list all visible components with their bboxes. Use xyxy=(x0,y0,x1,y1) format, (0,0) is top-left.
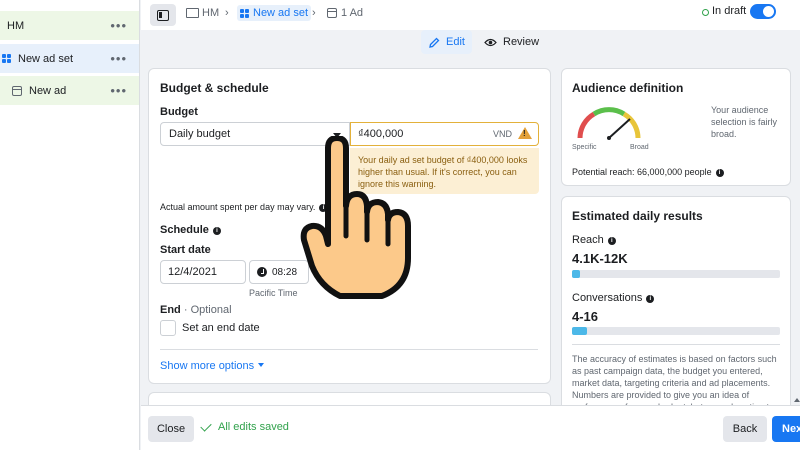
breadcrumb-chevron-icon: › xyxy=(312,7,316,19)
breadcrumb-chevron-icon: › xyxy=(225,7,229,19)
adset-grid-icon xyxy=(2,54,11,63)
next-button[interactable]: Next xyxy=(772,416,800,442)
sidebar-item-ad[interactable]: New ad ••• xyxy=(0,76,139,105)
sidebar-ad-label: New ad xyxy=(29,84,67,97)
top-bar: HM › New ad set › 1 Ad In draft xyxy=(141,0,800,30)
adset-grid-icon xyxy=(240,8,249,18)
breadcrumb-campaign[interactable]: HM xyxy=(186,7,219,19)
more-options-icon[interactable]: ••• xyxy=(110,18,127,33)
sidebar-panel-icon xyxy=(157,9,169,21)
breadcrumb-ad[interactable]: 1 Ad xyxy=(327,7,363,19)
end-label-text: End xyxy=(160,304,181,316)
optional-label: · Optional xyxy=(183,304,232,316)
show-more-options-link[interactable]: Show more options xyxy=(160,360,264,372)
audience-definition-card: Audience definition Specific Broad Your … xyxy=(561,68,791,186)
audience-gauge: Specific Broad xyxy=(572,107,649,151)
back-button[interactable]: Back xyxy=(723,416,767,442)
more-options-icon[interactable]: ••• xyxy=(110,83,127,98)
breadcrumb-ad-label: 1 Ad xyxy=(341,7,364,19)
reach-value: 4.1K-12K xyxy=(572,251,628,266)
tab-review-label: Review xyxy=(503,36,540,48)
breadcrumb-adset-label: New ad set xyxy=(253,7,309,19)
timezone-label: Pacific Time xyxy=(249,288,298,298)
potential-reach: Potential reach: 66,000,000 people i xyxy=(572,167,724,177)
estimates-disclaimer: The accuracy of estimates is based on fa… xyxy=(572,354,779,411)
ad-icon xyxy=(327,8,337,18)
end-date-checkbox-label[interactable]: Set an end date xyxy=(182,322,260,334)
scroll-up-icon[interactable] xyxy=(794,398,800,402)
potential-reach-text: Potential reach: 66,000,000 people xyxy=(572,167,712,177)
tab-edit[interactable]: Edit xyxy=(421,30,472,54)
estimates-card-title: Estimated daily results xyxy=(572,209,703,223)
audience-card-title: Audience definition xyxy=(572,81,684,95)
more-options-icon[interactable]: ••• xyxy=(110,51,127,66)
budget-card-title: Budget & schedule xyxy=(160,81,269,95)
info-icon[interactable]: i xyxy=(607,237,616,245)
draft-status-label: In draft xyxy=(712,5,747,17)
end-label: End · Optional xyxy=(160,304,232,316)
tab-edit-label: Edit xyxy=(446,36,465,48)
info-icon[interactable]: i xyxy=(646,295,655,303)
reach-bar xyxy=(572,270,780,278)
info-icon[interactable]: i xyxy=(212,227,221,235)
reach-label: Reach i xyxy=(572,234,616,246)
audience-description: Your audience selection is fairly broad. xyxy=(711,105,778,139)
conversations-value: 4-16 xyxy=(572,309,599,324)
tab-review[interactable]: Review xyxy=(484,30,539,54)
start-date-label: Start date xyxy=(160,244,211,256)
save-status: All edits saved xyxy=(200,419,289,433)
end-date-checkbox[interactable] xyxy=(160,320,176,336)
folder-icon xyxy=(186,8,199,18)
spend-note-text: Actual amount spent per day may vary. xyxy=(160,202,316,212)
budget-type-value: Daily budget xyxy=(169,128,231,140)
breadcrumb-adset[interactable]: New ad set xyxy=(237,5,312,21)
ad-icon xyxy=(12,85,22,96)
start-date-input[interactable]: 12/4/2021 xyxy=(160,260,246,284)
conversations-bar-fill xyxy=(572,327,587,335)
breadcrumb-campaign-label: HM xyxy=(202,7,220,19)
sidebar-item-campaign[interactable]: HM ••• xyxy=(0,11,139,40)
pointing-hand-icon xyxy=(300,136,411,299)
bottom-action-bar: Close All edits saved Back Next xyxy=(141,405,800,450)
sidebar-item-adset[interactable]: New ad set ••• xyxy=(0,44,139,73)
schedule-label-text: Schedule xyxy=(160,224,209,236)
divider xyxy=(572,344,780,345)
conversations-label-text: Conversations xyxy=(572,292,643,304)
save-status-text: All edits saved xyxy=(218,421,289,433)
warning-icon xyxy=(518,127,532,139)
budget-label: Budget xyxy=(160,106,198,118)
check-icon xyxy=(200,419,212,432)
conversations-bar xyxy=(572,327,780,335)
start-time-value: 08:28 xyxy=(272,266,298,278)
eye-icon xyxy=(484,38,497,46)
conversations-label: Conversations i xyxy=(572,292,655,304)
divider xyxy=(160,349,538,350)
sidebar-adset-label: New ad set xyxy=(18,52,74,65)
reach-bar-fill xyxy=(572,270,581,278)
reach-label-text: Reach xyxy=(572,234,604,246)
sidebar-campaign-label: HM xyxy=(7,19,25,32)
pencil-icon xyxy=(429,37,440,48)
draft-status-icon xyxy=(702,9,709,16)
campaign-tree-sidebar: HM ••• New ad set ••• New ad ••• xyxy=(0,0,140,450)
info-icon[interactable]: i xyxy=(715,169,724,177)
gauge-broad-label: Broad xyxy=(630,144,649,151)
publish-toggle[interactable] xyxy=(750,4,776,19)
currency-label: VND xyxy=(492,129,512,139)
toggle-panel-button[interactable] xyxy=(150,4,176,26)
close-button[interactable]: Close xyxy=(148,416,194,442)
clock-icon xyxy=(257,267,267,277)
estimated-results-card: Estimated daily results Reach i 4.1K-12K … xyxy=(561,196,791,412)
gauge-specific-label: Specific xyxy=(572,144,597,151)
schedule-label: Schedule i xyxy=(160,224,221,236)
